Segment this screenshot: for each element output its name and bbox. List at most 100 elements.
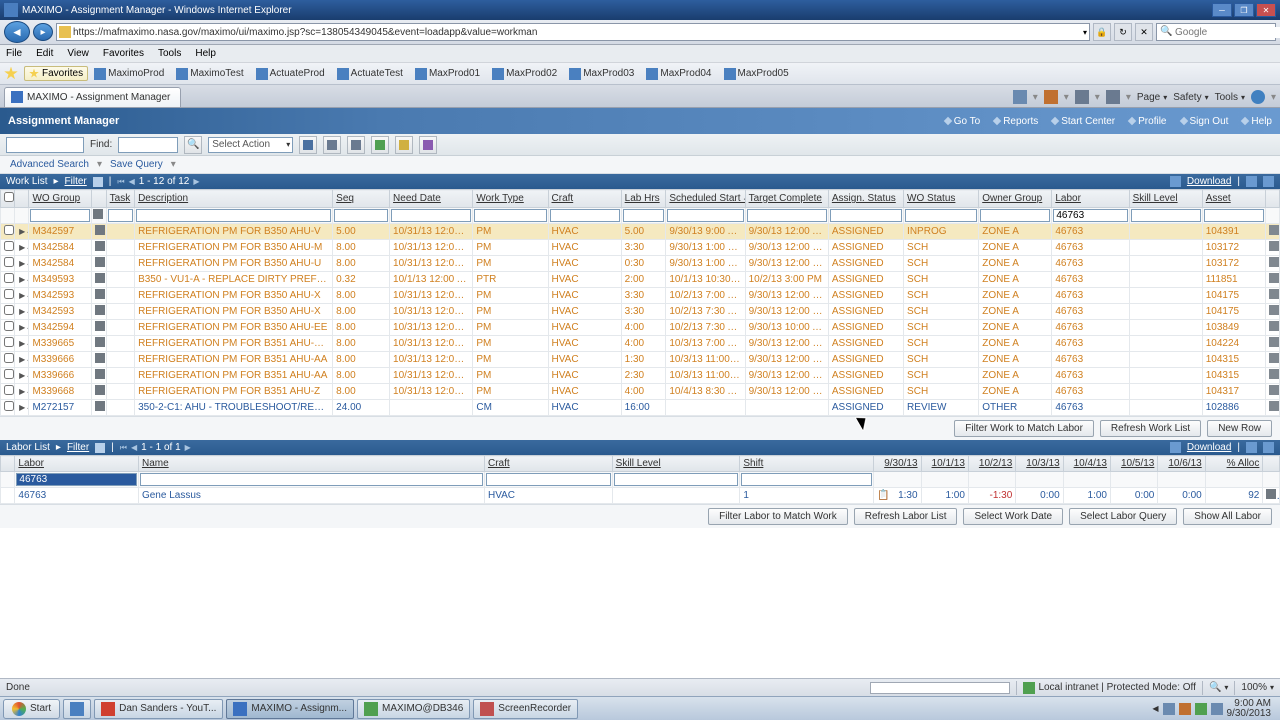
collapse-icon[interactable]	[1263, 176, 1274, 187]
column-header[interactable]: Assign. Status	[828, 190, 903, 208]
fav-link[interactable]: ActuateProd	[256, 68, 325, 80]
fav-link[interactable]: MaximoTest	[176, 68, 243, 80]
filter-input[interactable]	[614, 473, 739, 486]
column-header[interactable]	[1263, 456, 1280, 472]
select-work-date-button[interactable]: Select Work Date	[963, 508, 1063, 525]
column-header[interactable]: Work Type	[473, 190, 548, 208]
feeds-icon[interactable]	[1044, 90, 1058, 104]
pager-first[interactable]: ⏮	[120, 443, 127, 453]
clear-button[interactable]	[323, 136, 341, 154]
column-header[interactable]: Task	[106, 190, 134, 208]
filter-icon[interactable]	[95, 443, 105, 453]
row-checkbox[interactable]	[4, 241, 14, 251]
route-start-button[interactable]	[371, 136, 389, 154]
taskbar-item[interactable]: MAXIMO - Assignm...	[226, 699, 354, 719]
column-header[interactable]: Shift	[740, 456, 874, 472]
filter-input[interactable]	[474, 209, 546, 222]
select-all-checkbox[interactable]	[4, 192, 14, 202]
menu-favorites[interactable]: Favorites	[103, 48, 144, 59]
filter-input[interactable]	[623, 209, 665, 222]
page-menu[interactable]: Page	[1137, 92, 1167, 103]
url-input[interactable]	[73, 27, 1081, 38]
filter-input-labor[interactable]	[16, 473, 137, 486]
new-row-button[interactable]: New Row	[1207, 420, 1272, 437]
quick-launch[interactable]	[63, 699, 91, 719]
pager-prev[interactable]: ◀	[131, 443, 137, 452]
select-action-dropdown[interactable]: Select Action	[208, 137, 293, 153]
filter-input[interactable]	[108, 209, 133, 222]
column-header[interactable]: Labor	[15, 456, 139, 472]
download-icon[interactable]	[1170, 176, 1181, 187]
row-checkbox[interactable]	[4, 305, 14, 315]
find-go-button[interactable]: 🔍	[184, 136, 202, 154]
column-header[interactable]: Labor	[1052, 190, 1129, 208]
expand-icon[interactable]: ▶	[18, 323, 26, 332]
column-header[interactable]: 9/30/13	[874, 456, 921, 472]
menu-view[interactable]: View	[67, 48, 89, 59]
filter-input[interactable]	[334, 209, 388, 222]
home-icon[interactable]	[1013, 90, 1027, 104]
taskbar-item[interactable]: MAXIMO@DB346	[357, 699, 470, 719]
refresh-button[interactable]: ↻	[1114, 23, 1132, 41]
filter-icon[interactable]	[93, 177, 103, 187]
menu-tools[interactable]: Tools	[158, 48, 181, 59]
compat-button[interactable]: 🔒	[1093, 23, 1111, 41]
tray-expand[interactable]: ◀	[1152, 704, 1158, 713]
delete-icon[interactable]	[1269, 289, 1279, 299]
download-link[interactable]: Download	[1187, 176, 1231, 187]
column-header[interactable]: 10/3/13	[1016, 456, 1063, 472]
row-checkbox[interactable]	[4, 289, 14, 299]
column-header[interactable]: 10/6/13	[1158, 456, 1205, 472]
fav-link[interactable]: MaxProd03	[569, 68, 634, 80]
menu-file[interactable]: File	[6, 48, 22, 59]
column-header[interactable]: Skill Level	[612, 456, 740, 472]
forward-button[interactable]: ▸	[33, 23, 53, 41]
fav-link[interactable]: MaxProd04	[646, 68, 711, 80]
column-header[interactable]	[92, 190, 106, 208]
filter-input[interactable]	[140, 473, 483, 486]
delete-icon[interactable]	[1269, 305, 1279, 315]
filter-input[interactable]	[667, 209, 743, 222]
delete-icon[interactable]	[1269, 241, 1279, 251]
help-icon[interactable]	[1246, 442, 1257, 453]
modify-icon[interactable]	[1266, 489, 1276, 499]
browser-search-box[interactable]: 🔍	[1156, 23, 1276, 41]
row-checkbox[interactable]	[4, 353, 14, 363]
fav-link[interactable]: MaxProd01	[415, 68, 480, 80]
detail-icon[interactable]	[95, 385, 105, 395]
expand-icon[interactable]: ▶	[18, 371, 26, 380]
browser-tab[interactable]: MAXIMO - Assignment Manager	[4, 87, 181, 107]
tray-icon[interactable]	[1195, 703, 1207, 715]
table-row[interactable]: ▶M339666REFRIGERATION PM FOR B351 AHU-AA…	[1, 352, 1280, 368]
filter-input[interactable]	[1131, 209, 1201, 222]
zoom-icon[interactable]: 🔍	[1209, 682, 1221, 693]
fav-link[interactable]: MaximoProd	[94, 68, 164, 80]
pager-first[interactable]: ⏮	[117, 177, 124, 187]
expand-icon[interactable]: ▶	[18, 243, 26, 252]
column-header[interactable]: 10/1/13	[921, 456, 968, 472]
column-header[interactable]: Owner Group	[979, 190, 1052, 208]
save-query-link[interactable]: Save Query	[110, 159, 163, 170]
expand-icon[interactable]: ▶	[18, 291, 26, 300]
table-row[interactable]: ▶M342584REFRIGERATION PM FOR B350 AHU-U8…	[1, 256, 1280, 272]
taskbar-item[interactable]: ScreenRecorder	[473, 699, 578, 719]
filter-input[interactable]	[741, 473, 872, 486]
column-header[interactable]: Need Date	[390, 190, 473, 208]
volume-icon[interactable]	[1211, 703, 1223, 715]
pager-prev[interactable]: ◀	[129, 177, 135, 186]
restore-button[interactable]: ❐	[1234, 3, 1254, 17]
table-row[interactable]: ▶M342593REFRIGERATION PM FOR B350 AHU-X8…	[1, 288, 1280, 304]
detail-icon[interactable]	[95, 305, 105, 315]
clock[interactable]: 9:00 AM 9/30/2013	[1227, 699, 1272, 719]
column-header[interactable]: 10/4/13	[1063, 456, 1110, 472]
column-header[interactable]: Craft	[484, 456, 612, 472]
collapse-icon[interactable]	[1263, 442, 1274, 453]
row-checkbox[interactable]	[4, 401, 14, 411]
delete-icon[interactable]	[1269, 257, 1279, 267]
workflow-button[interactable]	[419, 136, 437, 154]
row-checkbox[interactable]	[4, 321, 14, 331]
delete-icon[interactable]	[1269, 337, 1279, 347]
expand-icon[interactable]: ▶	[18, 259, 26, 268]
detail-icon[interactable]	[95, 225, 105, 235]
column-header[interactable]: Craft	[548, 190, 621, 208]
